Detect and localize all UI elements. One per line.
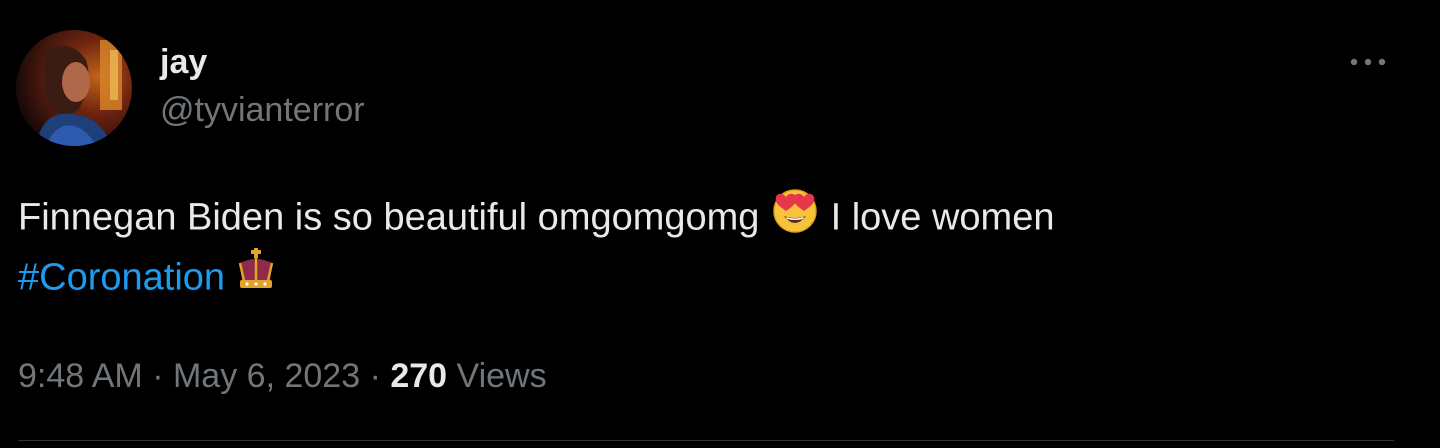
hashtag-link[interactable]: #Coronation	[18, 257, 225, 299]
profile-photo-image	[16, 30, 132, 146]
tweet-text-part-2: I love women	[830, 196, 1055, 239]
avatar[interactable]	[16, 30, 132, 146]
tweet-meta: 9:48 AM · May 6, 2023 · 270 Views	[18, 354, 547, 398]
tweet-text-part-1: Finnegan Biden is so beautiful omgomgomg	[18, 196, 760, 239]
tweet-date[interactable]: May 6, 2023	[173, 357, 360, 395]
display-name[interactable]: jay	[160, 40, 207, 84]
tweet-time[interactable]: 9:48 AM	[18, 357, 143, 395]
user-handle[interactable]: @tyvianterror	[160, 88, 365, 132]
tweet-card: jay @tyvianterror Finnegan Biden is so b…	[0, 0, 1440, 448]
heart-eyes-emoji-icon	[770, 184, 820, 247]
views-count[interactable]: 270	[390, 357, 447, 395]
views-label[interactable]: Views	[457, 357, 547, 395]
more-horizontal-icon	[1350, 58, 1386, 66]
tweet-text: Finnegan Biden is so beautiful omgomgomg…	[18, 188, 1398, 308]
more-options-button[interactable]	[1344, 42, 1392, 82]
meta-separator: ·	[369, 357, 381, 395]
divider	[18, 440, 1394, 441]
meta-separator: ·	[152, 357, 164, 395]
crown-emoji-icon	[236, 247, 276, 304]
